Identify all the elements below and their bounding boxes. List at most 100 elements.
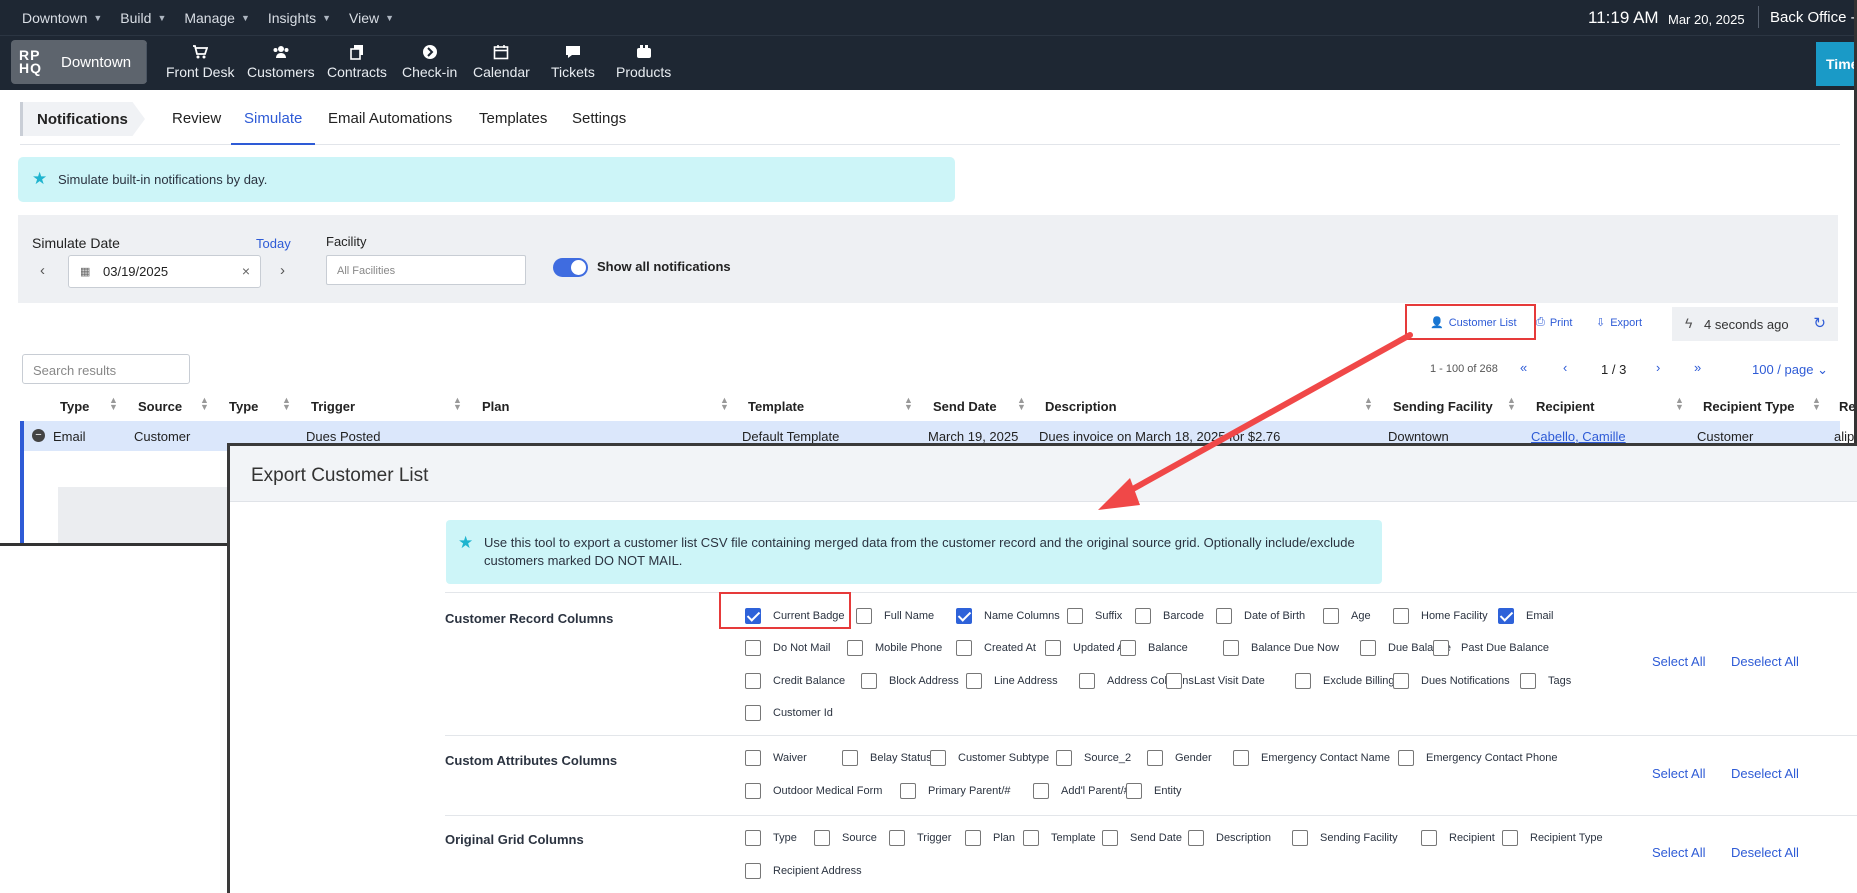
checkbox[interactable] bbox=[745, 705, 761, 721]
checkbox[interactable] bbox=[1360, 640, 1376, 656]
checkbox[interactable] bbox=[1033, 783, 1049, 799]
column-checkbox[interactable]: Last Visit Date bbox=[1166, 673, 1265, 689]
checkbox[interactable] bbox=[1421, 830, 1437, 846]
column-checkbox[interactable]: Date of Birth bbox=[1216, 608, 1305, 624]
sort-icon[interactable]: ▲ ▼ bbox=[200, 396, 209, 412]
column-checkbox[interactable]: Home Facility bbox=[1393, 608, 1488, 624]
checkbox[interactable] bbox=[1323, 608, 1339, 624]
column-checkbox[interactable]: Source_2 bbox=[1056, 750, 1131, 766]
column-checkbox[interactable]: Type bbox=[745, 830, 797, 846]
checkbox[interactable] bbox=[889, 830, 905, 846]
checkbox[interactable] bbox=[1498, 608, 1514, 624]
checkbox[interactable] bbox=[1045, 640, 1061, 656]
menu-insights[interactable]: Insights ▼ bbox=[268, 10, 331, 26]
column-checkbox[interactable]: Balance bbox=[1120, 640, 1188, 656]
column-checkbox[interactable]: Full Name bbox=[856, 608, 934, 624]
sort-icon[interactable]: ▲ ▼ bbox=[109, 396, 118, 412]
last-page-button[interactable]: » bbox=[1694, 360, 1701, 375]
column-header[interactable]: Description bbox=[1045, 399, 1117, 414]
checkbox[interactable] bbox=[745, 863, 761, 879]
column-header[interactable]: Type bbox=[60, 399, 89, 414]
checkbox[interactable] bbox=[965, 830, 981, 846]
checkbox[interactable] bbox=[745, 750, 761, 766]
column-checkbox[interactable]: Customer Id bbox=[745, 705, 833, 721]
column-checkbox[interactable]: Belay Status bbox=[842, 750, 932, 766]
column-checkbox[interactable]: Source bbox=[814, 830, 877, 846]
checkbox[interactable] bbox=[1233, 750, 1249, 766]
column-checkbox[interactable]: Mobile Phone bbox=[847, 640, 942, 656]
column-checkbox[interactable]: Suffix bbox=[1067, 608, 1122, 624]
column-checkbox[interactable]: Do Not Mail bbox=[745, 640, 830, 656]
checkbox[interactable] bbox=[1393, 673, 1409, 689]
contracts-button[interactable]: Contracts bbox=[327, 44, 387, 80]
checkbox[interactable] bbox=[745, 673, 761, 689]
sort-icon[interactable]: ▲ ▼ bbox=[453, 396, 462, 412]
column-checkbox[interactable]: Balance Due Now bbox=[1223, 640, 1339, 656]
column-checkbox[interactable]: Description bbox=[1188, 830, 1271, 846]
previous-page-button[interactable]: ‹ bbox=[1563, 360, 1567, 375]
checkbox[interactable] bbox=[861, 673, 877, 689]
column-checkbox[interactable]: Past Due Balance bbox=[1433, 640, 1549, 656]
calendar-button[interactable]: Calendar bbox=[473, 44, 530, 80]
column-checkbox[interactable]: Sending Facility bbox=[1292, 830, 1398, 846]
column-checkbox[interactable]: Current Badge bbox=[745, 608, 845, 624]
column-header[interactable]: Recipient bbox=[1536, 399, 1595, 414]
show-all-toggle[interactable] bbox=[553, 258, 588, 277]
column-checkbox[interactable]: Dues Notifications bbox=[1393, 673, 1510, 689]
timeclock-button[interactable]: Time bbox=[1816, 42, 1854, 86]
select-all-original-grid[interactable]: Select All bbox=[1652, 845, 1705, 860]
column-checkbox[interactable]: Recipient Type bbox=[1502, 830, 1603, 846]
menu-build[interactable]: Build ▼ bbox=[120, 10, 166, 26]
column-checkbox[interactable]: Age bbox=[1323, 608, 1371, 624]
checkbox[interactable] bbox=[1292, 830, 1308, 846]
column-checkbox[interactable]: Recipient Address bbox=[745, 863, 862, 879]
column-checkbox[interactable]: Waiver bbox=[745, 750, 807, 766]
checkbox[interactable] bbox=[1067, 608, 1083, 624]
checkbox[interactable] bbox=[1216, 608, 1232, 624]
sort-icon[interactable]: ▲ ▼ bbox=[1507, 396, 1516, 412]
checkbox[interactable] bbox=[930, 750, 946, 766]
clear-icon[interactable]: × bbox=[242, 263, 250, 279]
checkbox[interactable] bbox=[1023, 830, 1039, 846]
sort-icon[interactable]: ▲ ▼ bbox=[904, 396, 913, 412]
column-checkbox[interactable]: Updated At bbox=[1045, 640, 1127, 656]
checkbox[interactable] bbox=[900, 783, 916, 799]
checkbox[interactable] bbox=[1520, 673, 1536, 689]
column-header[interactable]: Type bbox=[229, 399, 258, 414]
refresh-icon[interactable]: ↻ bbox=[1813, 314, 1826, 332]
checkbox[interactable] bbox=[847, 640, 863, 656]
checkbox[interactable] bbox=[842, 750, 858, 766]
column-checkbox[interactable]: Created At bbox=[956, 640, 1036, 656]
column-checkbox[interactable]: Email bbox=[1498, 608, 1554, 624]
checkbox[interactable] bbox=[1056, 750, 1072, 766]
column-checkbox[interactable]: Plan bbox=[965, 830, 1015, 846]
checkbox[interactable] bbox=[1102, 830, 1118, 846]
deselect-all-customer-record[interactable]: Deselect All bbox=[1731, 654, 1799, 669]
checkbox[interactable] bbox=[745, 608, 761, 624]
column-checkbox[interactable]: Block Address bbox=[861, 673, 959, 689]
checkbox[interactable] bbox=[1147, 750, 1163, 766]
column-header[interactable]: Sending Facility bbox=[1393, 399, 1493, 414]
checkbox[interactable] bbox=[956, 608, 972, 624]
checkbox[interactable] bbox=[956, 640, 972, 656]
today-link[interactable]: Today bbox=[256, 236, 291, 251]
sort-icon[interactable]: ▲ ▼ bbox=[720, 396, 729, 412]
column-checkbox[interactable]: Name Columns bbox=[956, 608, 1060, 624]
column-checkbox[interactable]: Recipient bbox=[1421, 830, 1495, 846]
column-checkbox[interactable]: Template bbox=[1023, 830, 1096, 846]
checkbox[interactable] bbox=[745, 783, 761, 799]
facility-select[interactable]: All Facilities bbox=[326, 255, 526, 285]
column-checkbox[interactable]: Add'l Parent/# bbox=[1033, 783, 1130, 799]
sort-icon[interactable]: ▲ ▼ bbox=[1812, 396, 1821, 412]
checkbox[interactable] bbox=[1223, 640, 1239, 656]
checkbox[interactable] bbox=[966, 673, 982, 689]
column-checkbox[interactable]: Tags bbox=[1520, 673, 1571, 689]
tab-templates[interactable]: Templates bbox=[479, 110, 547, 127]
tab-review[interactable]: Review bbox=[172, 110, 221, 127]
checkbox[interactable] bbox=[1295, 673, 1311, 689]
column-checkbox[interactable]: Emergency Contact Phone bbox=[1398, 750, 1557, 766]
tickets-button[interactable]: Tickets bbox=[551, 44, 595, 80]
deselect-all-custom-attributes[interactable]: Deselect All bbox=[1731, 766, 1799, 781]
column-checkbox[interactable]: Emergency Contact Name bbox=[1233, 750, 1390, 766]
column-header[interactable]: Re bbox=[1839, 399, 1854, 414]
